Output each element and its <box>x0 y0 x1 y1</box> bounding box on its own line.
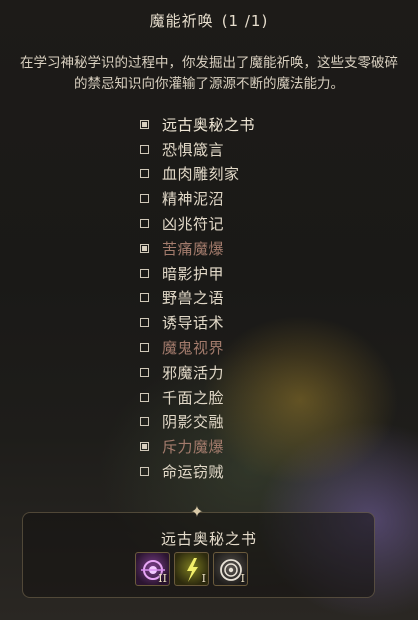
title-text: 魔能祈唤 <box>149 12 214 30</box>
invocation-checkbox[interactable] <box>140 169 149 179</box>
invocation-label: 诱导话术 <box>162 314 225 333</box>
invocation-label: 苦痛魔爆 <box>162 239 225 258</box>
invocation-label: 凶兆符记 <box>162 215 225 234</box>
spell-slot[interactable]: I <box>213 552 248 586</box>
invocation-checkbox[interactable] <box>140 293 149 303</box>
invocation-label: 魔鬼视界 <box>162 339 225 358</box>
invocation-checkbox[interactable] <box>140 219 149 229</box>
invocation-checkbox[interactable] <box>140 119 149 129</box>
invocation-checkbox[interactable] <box>140 442 149 452</box>
invocation-item[interactable]: 暗影护甲 <box>140 261 255 286</box>
invocation-checkbox[interactable] <box>140 144 149 154</box>
spell-slot[interactable]: I <box>174 552 209 586</box>
invocation-checkbox[interactable] <box>140 194 149 204</box>
spell-level: I <box>201 572 206 585</box>
invocation-label: 野兽之语 <box>162 289 225 308</box>
invocation-checkbox[interactable] <box>140 268 149 278</box>
invocation-list: 远古奥秘之书 恐惧箴言血肉雕刻家精神泥沼凶兆符记苦痛魔爆暗影护甲野兽之语诱导话术魔… <box>140 112 255 484</box>
invocation-label: 恐惧箴言 <box>162 140 225 159</box>
invocation-label: 邪魔活力 <box>162 363 225 382</box>
selected-invocation-title: 远古奥秘之书 <box>160 530 257 548</box>
invocation-item[interactable]: 魔鬼视界 <box>140 335 255 360</box>
page-title: 魔能祈唤 (1 /1) <box>0 10 418 31</box>
invocation-item[interactable]: 诱导话术 <box>140 310 255 335</box>
invocation-item[interactable]: 血肉雕刻家 <box>140 162 255 187</box>
invocation-checkbox[interactable] <box>140 367 149 377</box>
description-line: 的禁忌知识向你灌输了源源不断的魔法能力。 <box>74 76 344 92</box>
invocation-checkbox[interactable] <box>140 392 149 402</box>
invocation-item[interactable]: 邪魔活力 <box>140 360 255 385</box>
description: 在学习神秘学识的过程中，你发掘出了魔能祈唤，这些支零破碎 的禁忌知识向你灌输了源… <box>0 53 418 95</box>
invocation-item[interactable]: 阴影交融 <box>140 410 255 435</box>
invocation-label: 命运窃贼 <box>162 463 225 482</box>
invocation-item[interactable]: 野兽之语 <box>140 286 255 311</box>
invocation-checkbox[interactable] <box>140 243 149 253</box>
invocation-item[interactable]: 斥力魔爆 <box>140 434 255 459</box>
spell-level: II <box>158 572 167 585</box>
invocation-item[interactable]: 精神泥沼 <box>140 186 255 211</box>
invocation-item[interactable]: 千面之脸 <box>140 385 255 410</box>
spell-slot[interactable]: II <box>135 552 170 586</box>
invocation-label: 千面之脸 <box>162 388 225 407</box>
invocation-checkbox[interactable] <box>140 318 149 328</box>
invocation-item[interactable]: 苦痛魔爆 <box>140 236 255 261</box>
invocation-checkbox[interactable] <box>140 343 149 353</box>
granted-spells: II I I <box>135 552 248 586</box>
invocation-label: 精神泥沼 <box>162 190 225 209</box>
invocation-label: 血肉雕刻家 <box>162 165 240 184</box>
description-line: 在学习神秘学识的过程中，你发掘出了魔能祈唤，这些支零破碎 <box>20 55 398 71</box>
invocation-checkbox[interactable] <box>140 417 149 427</box>
invocation-item[interactable]: 命运窃贼 <box>140 459 255 484</box>
invocation-label: 阴影交融 <box>162 413 225 432</box>
selection-count: (1 /1) <box>221 12 269 30</box>
spell-level: I <box>240 572 245 585</box>
invocation-checkbox[interactable] <box>140 467 149 477</box>
invocation-item[interactable]: 恐惧箴言 <box>140 137 255 162</box>
invocation-label: 远古奥秘之书 <box>162 115 256 134</box>
invocation-label: 斥力魔爆 <box>162 438 225 457</box>
invocation-item[interactable]: 远古奥秘之书 <box>140 112 255 137</box>
star-ornament-icon: ✦ <box>190 502 204 521</box>
invocation-label: 暗影护甲 <box>162 264 225 283</box>
invocation-item[interactable]: 凶兆符记 <box>140 211 255 236</box>
